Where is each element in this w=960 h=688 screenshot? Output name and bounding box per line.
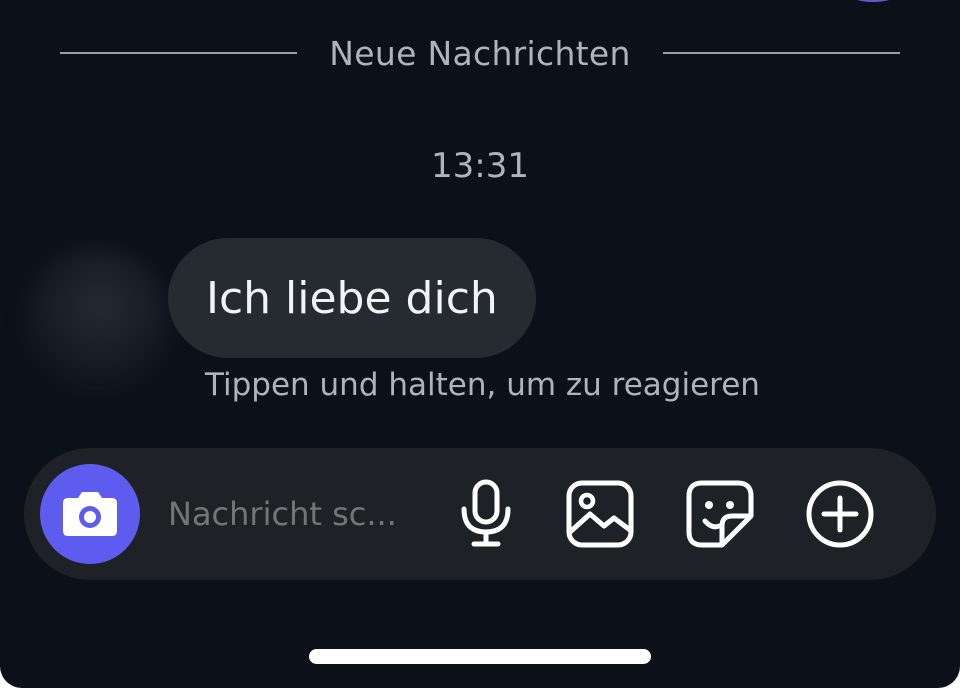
sender-avatar[interactable] [22,246,172,396]
message-text: Ich liebe dich [206,272,498,324]
image-icon [566,480,634,548]
sticker-button[interactable] [678,472,762,556]
home-indicator[interactable] [309,649,651,664]
divider-line-left [60,52,298,54]
plus-circle-icon [806,480,874,548]
new-messages-divider: Neue Nachrichten [60,30,901,76]
more-options-button[interactable] [798,472,882,556]
message-input[interactable] [168,492,418,536]
gallery-button[interactable] [558,472,642,556]
divider-line-right [662,52,901,54]
reaction-hint: Tippen und halten, um zu reagieren [205,367,760,403]
camera-icon [63,492,117,536]
message-timestamp: 13:31 [431,146,529,186]
chat-screen: Neue Nachrichten 13:31 Ich liebe dich Ti… [0,0,960,688]
message-composer [24,448,936,580]
microphone-icon [461,479,511,547]
camera-button[interactable] [40,464,140,564]
microphone-button[interactable] [444,472,528,556]
new-messages-label: Neue Nachrichten [329,33,631,73]
top-avatar-edge [846,0,900,2]
sticker-icon [686,480,754,548]
message-bubble[interactable]: Ich liebe dich [168,238,536,358]
